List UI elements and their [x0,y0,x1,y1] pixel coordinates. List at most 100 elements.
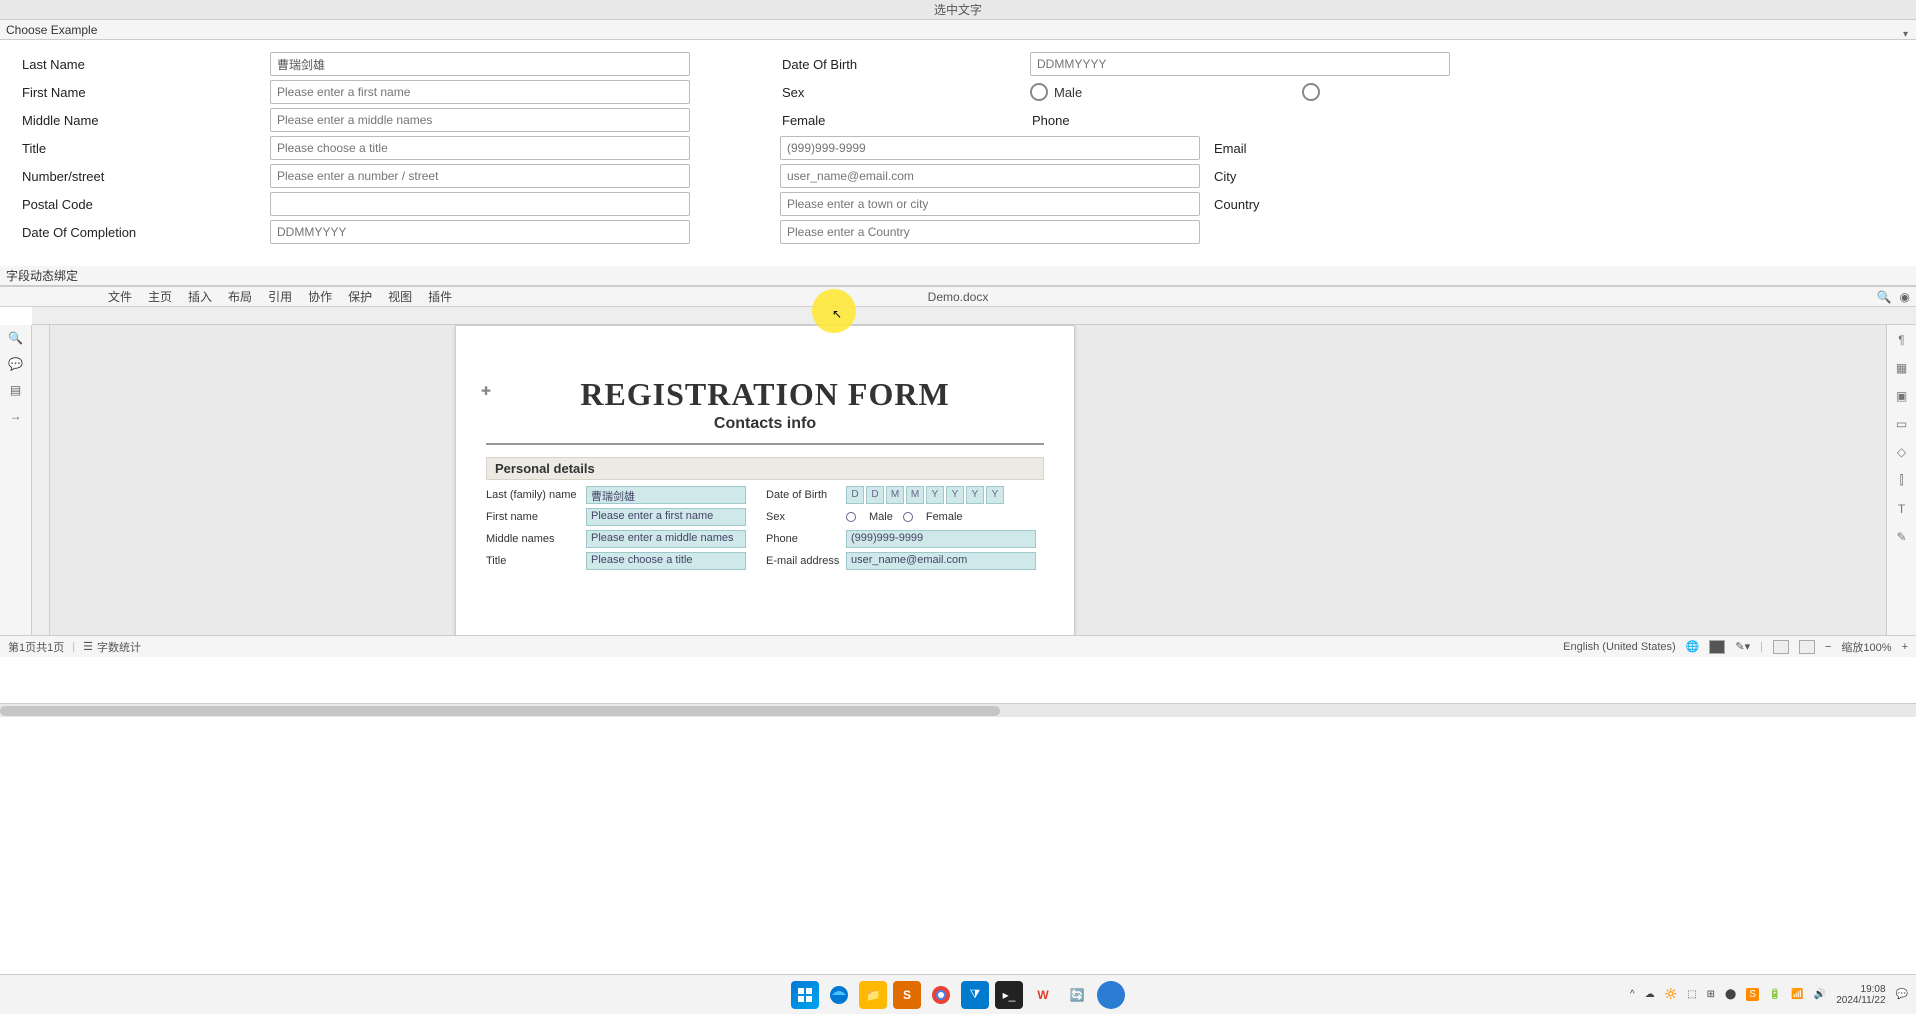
header-icon[interactable]: ▭ [1896,417,1907,431]
doc-sex-field[interactable]: MaleFemale [846,511,1036,523]
title-input[interactable] [270,136,690,160]
section-dynamic-binding: 字段动态绑定 [0,266,1916,286]
horizontal-scrollbar[interactable] [0,703,1916,717]
top-title: 选中文字 [934,3,982,17]
wps-icon[interactable]: W [1029,981,1057,1009]
menu-protect[interactable]: 保护 [340,288,380,305]
headings-icon[interactable]: ▤ [10,383,21,397]
wifi-icon[interactable]: 📶 [1791,989,1803,1000]
doc-male-radio[interactable] [846,512,856,522]
menu-insert[interactable]: 插入 [180,288,220,305]
explorer-icon[interactable]: 📁 [859,981,887,1009]
chevron-down-icon: ▾ [1903,25,1908,45]
doc-last-field[interactable]: 曹瑞剑雄 [586,486,746,504]
app-icon-2[interactable] [1097,981,1125,1009]
volume-icon[interactable]: 🔊 [1814,989,1826,1000]
paragraph-icon[interactable]: ¶ [1898,333,1904,347]
number-street-input[interactable] [270,164,690,188]
title-label: Title [20,141,270,156]
table-handle-icon[interactable]: ✚ [481,384,491,398]
clock-date[interactable]: 2024/11/22 [1836,995,1885,1006]
ime-icon[interactable]: S [1746,988,1759,1001]
tray-icon-2[interactable]: ⬚ [1687,989,1696,1000]
doc-title-field[interactable]: Please choose a title [586,552,746,570]
doc-dob-label: Date of Birth [766,489,846,501]
middle-name-input[interactable] [270,108,690,132]
doc-middle-field[interactable]: Please enter a middle names [586,530,746,548]
table-icon[interactable]: ▦ [1896,361,1907,375]
search-icon[interactable]: 🔍 [1877,290,1892,304]
globe-icon[interactable]: 🌐 [1686,640,1700,653]
chart-icon[interactable]: ⫿ [1900,473,1904,488]
doc-email-field[interactable]: user_name@email.com [846,552,1036,570]
vscode-icon[interactable]: ⧩ [961,981,989,1009]
male-radio[interactable] [1030,83,1048,101]
choose-example-dropdown[interactable]: Choose Example ▾ [0,20,1916,40]
tray-icon-4[interactable]: ⬤ [1725,989,1736,1000]
user-icon[interactable]: ◉ [1900,290,1910,304]
app-icon-1[interactable]: S [893,981,921,1009]
date-completion-input[interactable] [270,220,690,244]
menu-view[interactable]: 视图 [380,288,420,305]
female-radio[interactable] [1302,83,1320,101]
start-button[interactable] [791,981,819,1009]
text-icon[interactable]: T [1898,502,1905,516]
zoom-in-icon[interactable]: + [1902,641,1908,653]
doc-phone-field[interactable]: (999)999-9999 [846,530,1036,548]
menu-file[interactable]: 文件 [100,288,140,305]
horizontal-ruler[interactable] [32,307,1916,325]
onedrive-icon[interactable]: ☁ [1645,989,1655,1000]
edge-icon[interactable] [825,981,853,1009]
number-street-label: Number/street [20,169,270,184]
more-icon[interactable]: → [10,409,22,423]
terminal-icon[interactable]: ▸_ [995,981,1023,1009]
word-count[interactable]: 字数统计 [97,639,141,655]
personal-details-header: Personal details [486,457,1044,480]
chrome-icon[interactable] [927,981,955,1009]
track-changes-icon[interactable]: ✎▾ [1735,640,1750,653]
last-name-input[interactable] [270,52,690,76]
zoom-out-icon[interactable]: − [1825,641,1831,653]
doc-dob-field[interactable]: DDMMYYYY [846,486,1036,504]
battery-icon[interactable]: 🔋 [1769,989,1781,1000]
refresh-icon[interactable]: 🔄 [1063,981,1091,1009]
image-icon[interactable]: ▣ [1896,389,1907,403]
sex-label: Sex [780,85,1030,100]
menu-collab[interactable]: 协作 [300,288,340,305]
menu-layout[interactable]: 布局 [220,288,260,305]
spellcheck-icon[interactable] [1709,640,1725,654]
country-input[interactable] [780,220,1200,244]
tray-icon-1[interactable]: 🔆 [1665,989,1677,1000]
menu-references[interactable]: 引用 [260,288,300,305]
tray-chevron-icon[interactable]: ^ [1630,989,1635,1000]
vertical-ruler[interactable] [32,325,50,635]
first-name-label: First Name [20,85,270,100]
language-label[interactable]: English (United States) [1563,641,1676,653]
document-page[interactable]: ✚ REGISTRATION FORM Contacts info Person… [455,325,1075,635]
doc-title-label: Title [486,555,586,567]
fit-page-icon[interactable] [1773,640,1789,654]
menu-plugins[interactable]: 插件 [420,288,460,305]
city-input[interactable] [780,192,1200,216]
menu-home[interactable]: 主页 [140,288,180,305]
phone-input[interactable] [780,136,1200,160]
clock-time[interactable]: 19:08 [1836,984,1885,995]
fit-width-icon[interactable] [1799,640,1815,654]
search-tool-icon[interactable]: 🔍 [8,331,23,345]
dob-input[interactable] [1030,52,1450,76]
zoom-label[interactable]: 缩放100% [1841,639,1891,655]
tray-icon-3[interactable]: ⊞ [1707,989,1715,1000]
male-label: Male [1054,85,1082,100]
page-indicator[interactable]: 第1页共1页 [8,639,64,655]
email-input[interactable] [780,164,1200,188]
sign-icon[interactable]: ✎ [1896,530,1906,544]
phone-label: Phone [1030,113,1270,128]
postal-code-input[interactable] [270,192,690,216]
doc-female-radio[interactable] [903,512,913,522]
comments-icon[interactable]: 💬 [8,357,23,371]
notifications-icon[interactable]: 💬 [1896,989,1908,1000]
shape-icon[interactable]: ◇ [1897,445,1906,459]
first-name-input[interactable] [270,80,690,104]
scrollbar-thumb[interactable] [0,706,1000,716]
doc-first-field[interactable]: Please enter a first name [586,508,746,526]
